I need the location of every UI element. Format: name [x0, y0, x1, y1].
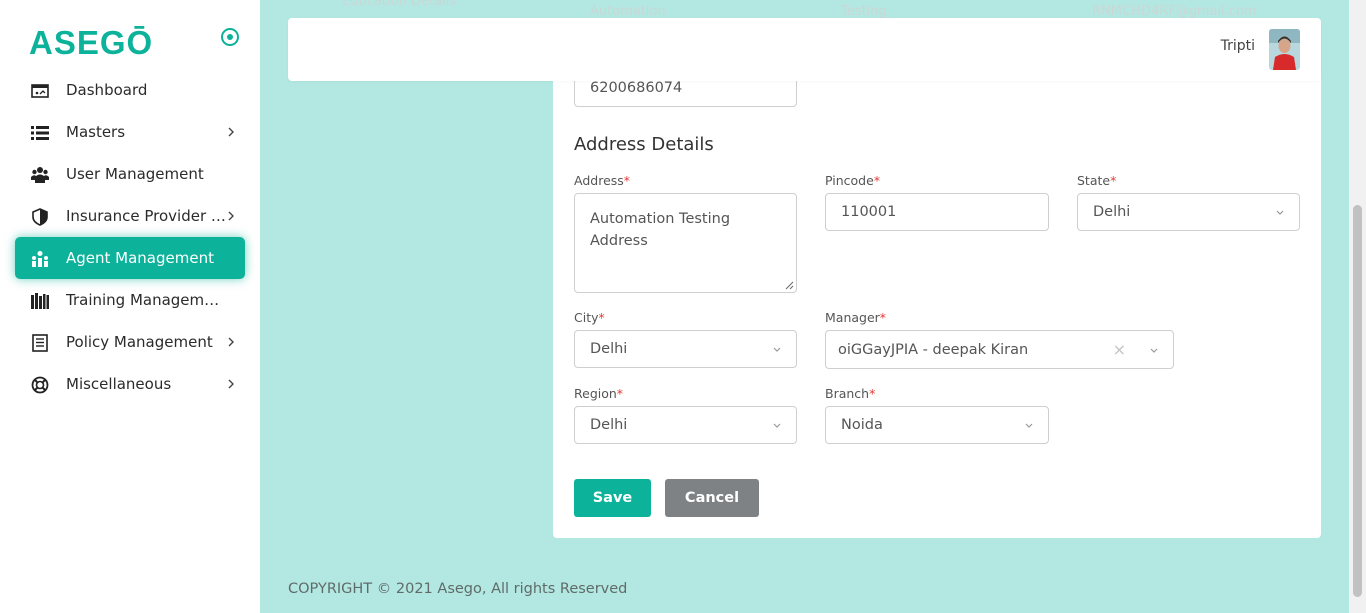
list-icon [31, 126, 49, 140]
sidebar-item-policy-management[interactable]: Policy Management [15, 321, 245, 363]
footer-copyright: COPYRIGHT © 2021 Asego, All rights Reser… [288, 581, 628, 597]
chevron-right-icon [228, 211, 234, 221]
branch-label: Branch* [825, 386, 876, 401]
chevron-right-icon [228, 379, 234, 389]
shield-icon [32, 208, 48, 226]
state-select[interactable]: Delhi [1077, 193, 1300, 231]
chevron-down-icon [1276, 210, 1284, 215]
sidebar-item-label: Masters [66, 123, 126, 141]
sidebar-item-label: Insurance Provider Management [66, 207, 228, 225]
sidebar-item-label: Training Management [66, 291, 228, 309]
sidebar-item-miscellaneous[interactable]: Miscellaneous [15, 363, 245, 405]
sidebar-item-insurance-provider[interactable]: Insurance Provider Management [15, 195, 245, 237]
sidebar: ASEGŌ Dashboard Masters User Management … [0, 0, 260, 613]
peek-col2: Testing [841, 0, 887, 18]
top-header: Tripti [288, 18, 1321, 81]
address-line1: Automation Testing [590, 211, 731, 227]
city-value: Delhi [590, 341, 628, 357]
peek-text: Education Details [342, 0, 456, 9]
pincode-label: Pincode* [825, 173, 881, 188]
branch-value: Noida [841, 417, 883, 433]
resize-grip-icon[interactable] [785, 281, 794, 290]
user-avatar[interactable] [1269, 29, 1300, 70]
manager-select[interactable]: oiGGayJPIA - deepak Kiran × [825, 330, 1174, 369]
books-icon [31, 293, 49, 309]
target-settings-icon[interactable] [220, 27, 240, 47]
pincode-value: 110001 [841, 204, 897, 220]
document-icon [32, 334, 48, 352]
section-title: Address Details [574, 134, 714, 155]
sidebar-item-training-management[interactable]: Training Management [15, 279, 245, 321]
region-select[interactable]: Delhi [574, 406, 797, 444]
chevron-right-icon [228, 127, 234, 137]
region-value: Delhi [590, 417, 628, 433]
pincode-input[interactable]: 110001 [825, 193, 1049, 231]
peek-education-details: Education Details [310, 0, 456, 18]
city-label: City* [574, 310, 605, 325]
chevron-down-icon [1025, 423, 1033, 428]
sidebar-item-label: Dashboard [66, 81, 148, 99]
dashboard-icon [31, 84, 49, 98]
asego-logo[interactable]: ASEGŌ [29, 24, 153, 62]
cancel-button[interactable]: Cancel [665, 479, 759, 517]
page-scrollbar[interactable] [1349, 0, 1366, 613]
city-select[interactable]: Delhi [574, 330, 797, 368]
chevron-down-icon [1150, 348, 1158, 353]
manager-label: Manager* [825, 310, 887, 325]
state-value: Delhi [1093, 204, 1131, 220]
save-button[interactable]: Save [574, 479, 651, 517]
peek-col3-text: RNMCHD4RF@gmail.com [1092, 4, 1257, 18]
address-line2: Address [590, 233, 648, 249]
region-label: Region* [574, 386, 624, 401]
state-label: State* [1077, 173, 1117, 188]
chevron-down-icon [773, 423, 781, 428]
sidebar-item-dashboard[interactable]: Dashboard [15, 69, 245, 111]
address-label: Address* [574, 173, 631, 188]
lifebuoy-icon [31, 376, 49, 394]
branch-select[interactable]: Noida [825, 406, 1049, 444]
peek-col3: RNMCHD4RF@gmail.com [1092, 0, 1257, 18]
phone-value: 6200686074 [590, 79, 683, 96]
sidebar-item-masters[interactable]: Masters [15, 111, 245, 153]
sidebar-item-agent-management[interactable]: Agent Management [15, 237, 245, 279]
sidebar-nav: Dashboard Masters User Management Insura [0, 69, 260, 405]
scrollbar-thumb[interactable] [1353, 205, 1362, 597]
peek-col2-text: Testing [841, 4, 887, 18]
address-form-card: 6200686074 Address Details Address* Auto… [553, 40, 1321, 538]
chevron-right-icon [228, 337, 234, 347]
peek-col1: Automation [590, 0, 666, 18]
sidebar-item-label: Agent Management [66, 249, 214, 267]
agent-icon [32, 251, 48, 267]
users-icon [31, 167, 49, 183]
sidebar-item-label: Policy Management [66, 333, 213, 351]
clear-icon[interactable]: × [1113, 340, 1126, 359]
sidebar-item-label: Miscellaneous [66, 375, 172, 393]
manager-value: oiGGayJPIA - deepak Kiran [838, 341, 1029, 358]
address-textarea[interactable]: Automation Testing Address [574, 193, 797, 293]
peek-col1-text: Automation [590, 4, 666, 18]
sidebar-item-label: User Management [66, 165, 204, 183]
chevron-down-icon [773, 347, 781, 352]
sidebar-item-user-management[interactable]: User Management [15, 153, 245, 195]
user-name[interactable]: Tripti [1221, 38, 1255, 54]
